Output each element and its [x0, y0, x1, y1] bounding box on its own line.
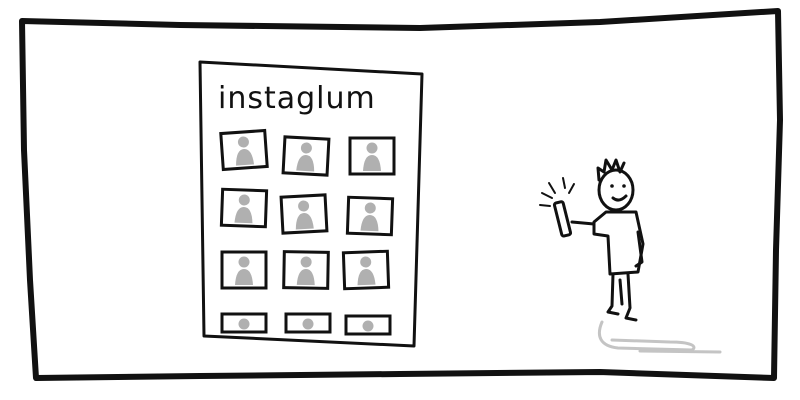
photo-person-icon	[362, 320, 374, 332]
photo-frame	[345, 195, 395, 237]
photo-person-icon	[238, 318, 250, 330]
photo-person-icon	[302, 318, 314, 330]
building: instaglum	[198, 60, 424, 348]
photo-frame	[219, 187, 269, 229]
photo-frame	[220, 250, 268, 290]
eye	[610, 184, 614, 188]
photo-frame	[281, 135, 331, 177]
leg-detail	[618, 278, 624, 306]
photo-frame	[344, 314, 392, 336]
arm	[570, 220, 596, 226]
comic-panel: instaglum	[19, 8, 783, 381]
building-sign: instaglum	[218, 81, 376, 116]
photo-frame	[341, 249, 391, 291]
photo-frame	[282, 250, 330, 290]
photo-frame	[220, 312, 268, 334]
photo-frame	[279, 193, 329, 235]
head	[597, 168, 635, 212]
photo-frame	[284, 312, 332, 334]
eye	[622, 184, 626, 188]
photo-frame	[348, 136, 396, 176]
photo-frame	[219, 128, 269, 172]
